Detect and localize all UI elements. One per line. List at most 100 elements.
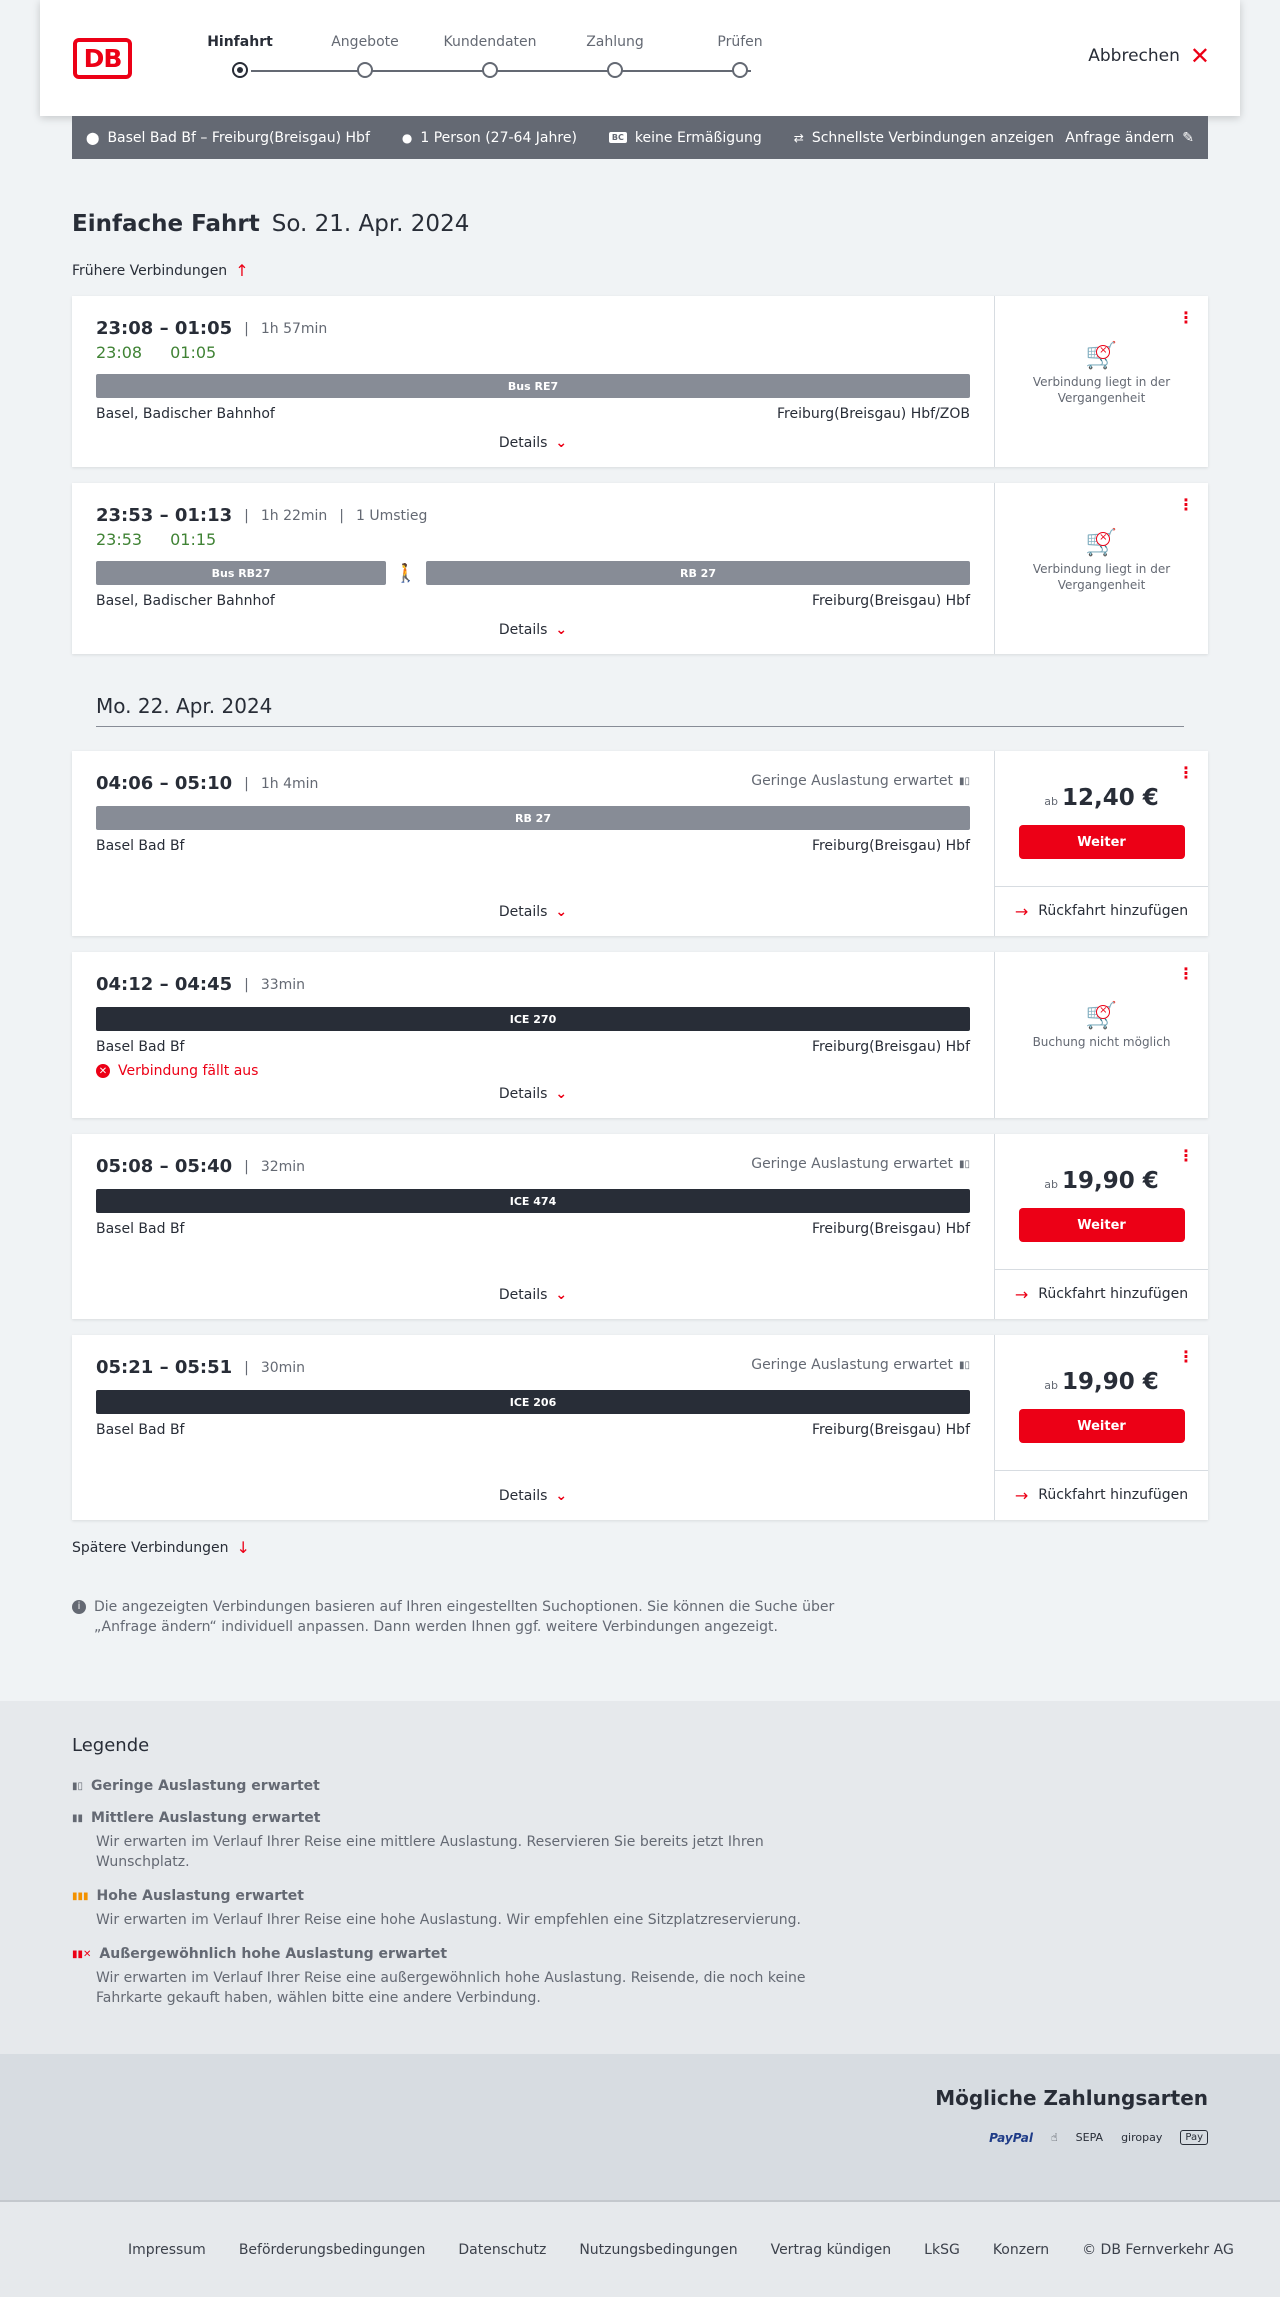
add-return-trip-button[interactable]: → Rückfahrt hinzufügen: [995, 1471, 1208, 1519]
giropay-icon: giropay: [1121, 2131, 1163, 2144]
occupancy-low-icon: ▮▯: [958, 1158, 970, 1170]
more-options-icon[interactable]: ⋮: [1178, 1347, 1194, 1366]
step-pruefen: Prüfen: [680, 34, 800, 78]
footer-link-befoerderungsbedingungen[interactable]: Beförderungsbedingungen: [239, 2242, 426, 2258]
cart-unavailable-icon: 🛒: [1085, 530, 1117, 556]
add-return-label: Rückfahrt hinzufügen: [1038, 903, 1189, 919]
change-request-label: Anfrage ändern: [1065, 129, 1175, 146]
header: DB Hinfahrt Angebote Kundendaten Zahlung…: [40, 0, 1240, 116]
footer-link-konzern[interactable]: Konzern: [993, 2242, 1049, 2258]
earlier-connections-link[interactable]: Frühere Verbindungen ↑: [72, 261, 1208, 280]
booking-panel: ⋮ ab 19,90 € Weiter → Rückfahrt hinzufüge…: [994, 1134, 1208, 1319]
step-label: Prüfen: [717, 34, 763, 50]
add-return-trip-button[interactable]: → Rückfahrt hinzufügen: [995, 1270, 1208, 1318]
connection-card[interactable]: 05:08 – 05:40 | 32min Geringe Auslastung…: [72, 1134, 1208, 1319]
cancel-button[interactable]: Abbrechen ✕: [1088, 44, 1210, 68]
duration: 1h 57min: [260, 320, 328, 337]
booking-not-possible-text: Buchung nicht möglich: [1032, 1035, 1171, 1049]
details-toggle[interactable]: Details ⌄: [72, 1488, 994, 1504]
details-toggle[interactable]: Details ⌄: [72, 1086, 994, 1102]
continue-button[interactable]: Weiter: [1018, 1208, 1185, 1242]
step-kundendaten: Kundendaten: [430, 34, 550, 78]
destination-station: Freiburg(Breisgau) Hbf: [811, 1422, 970, 1438]
more-options-icon[interactable]: ⋮: [1178, 763, 1194, 782]
legend-item-description: Wir erwarten im Verlauf Ihrer Reise eine…: [96, 1834, 764, 1870]
more-options-icon[interactable]: ⋮: [1178, 308, 1194, 327]
add-return-label: Rückfahrt hinzufügen: [1038, 1487, 1189, 1503]
destination-station: Freiburg(Breisgau) Hbf/ZOB: [777, 406, 970, 422]
add-return-label: Rückfahrt hinzufügen: [1038, 1286, 1189, 1302]
segment-bar: Bus RB27 🚶 RB 27: [96, 561, 970, 585]
details-toggle[interactable]: Details ⌄: [72, 435, 994, 451]
info-note: i Die angezeigten Verbindungen basieren …: [72, 1597, 852, 1637]
duration: 33min: [260, 976, 306, 993]
connection-card[interactable]: 23:53 – 01:13 | 1h 22min | 1 Umstieg 23:…: [72, 483, 1208, 654]
more-options-icon[interactable]: ⋮: [1178, 1146, 1194, 1165]
connection-card[interactable]: 04:06 – 05:10 | 1h 4min Geringe Auslastu…: [72, 751, 1208, 936]
occupancy-indicator: Geringe Auslastung erwartet ▮▯: [751, 1357, 970, 1373]
details-toggle[interactable]: Details ⌄: [72, 904, 994, 920]
realtime-arrival: 01:15: [170, 530, 217, 549]
more-options-icon[interactable]: ⋮: [1178, 964, 1194, 983]
footer: Impressum Beförderungsbedingungen Datens…: [0, 2200, 1280, 2297]
details-toggle[interactable]: Details ⌄: [72, 622, 994, 638]
footer-link-nutzungsbedingungen[interactable]: Nutzungsbedingungen: [579, 2242, 737, 2258]
segment-ice474: ICE 474: [96, 1189, 970, 1213]
trip-heading: Einfache Fahrt So. 21. Apr. 2024: [72, 211, 1208, 237]
payment-icons: PayPal ☝ SEPA giropay Pay: [989, 2130, 1208, 2145]
segment-rb27: RB 27: [96, 806, 970, 830]
occupancy-text: Geringe Auslastung erwartet: [751, 1357, 953, 1373]
apple-pay-label: Pay: [1185, 2132, 1203, 2143]
origin-station: Basel, Badischer Bahnhof: [96, 406, 275, 422]
step-label: Kundendaten: [443, 34, 537, 50]
realtime-departure: 23:08: [96, 343, 143, 362]
legend-item-description: Wir erwarten im Verlauf Ihrer Reise eine…: [96, 1912, 801, 1928]
route-text: Basel Bad Bf – Freiburg(Breisgau) Hbf: [107, 129, 370, 146]
stations: Basel Bad Bf Freiburg(Breisgau) Hbf: [96, 838, 970, 854]
price-value: 19,90 €: [1061, 1369, 1159, 1395]
connection-info: 05:08 – 05:40 | 32min Geringe Auslastung…: [72, 1134, 994, 1319]
occupancy-indicator: Geringe Auslastung erwartet ▮▯: [751, 1156, 970, 1172]
footer-link-impressum[interactable]: Impressum: [128, 2242, 206, 2258]
step-dot: [607, 62, 623, 78]
chevron-down-icon: ⌄: [555, 904, 568, 920]
later-connections-link[interactable]: Spätere Verbindungen ↓: [72, 1538, 1208, 1557]
details-toggle[interactable]: Details ⌄: [72, 1287, 994, 1303]
connection-info: 05:21 – 05:51 | 30min Geringe Auslastung…: [72, 1335, 994, 1520]
add-return-trip-button[interactable]: → Rückfahrt hinzufügen: [995, 887, 1208, 935]
step-label: Hinfahrt: [207, 34, 273, 50]
chevron-down-icon: ⌄: [555, 622, 568, 638]
connection-info: 23:08 – 01:05 | 1h 57min 23:08 01:05 Bus…: [72, 296, 994, 467]
segment-bus-rb27: Bus RB27: [96, 561, 386, 585]
payment-title: Mögliche Zahlungsarten: [935, 2086, 1208, 2110]
connection-card[interactable]: 23:08 – 01:05 | 1h 57min 23:08 01:05 Bus…: [72, 296, 1208, 467]
continue-button[interactable]: Weiter: [1018, 1409, 1185, 1443]
more-options-icon[interactable]: ⋮: [1178, 495, 1194, 514]
footer-link-vertrag-kuendigen[interactable]: Vertrag kündigen: [771, 2242, 892, 2258]
connection-times: 23:53 – 01:13 | 1h 22min | 1 Umstieg: [96, 505, 970, 526]
step-dot: [357, 62, 373, 78]
continue-button[interactable]: Weiter: [1018, 825, 1185, 859]
departure-arrival: 05:08 – 05:40: [96, 1156, 233, 1177]
step-dot: [482, 62, 498, 78]
departure-arrival: 23:53 – 01:13: [96, 505, 233, 526]
location-pin-icon: ⬤: [86, 130, 100, 145]
change-request-button[interactable]: Anfrage ändern ✎: [1065, 130, 1194, 146]
connection-card[interactable]: 04:12 – 04:45 | 33min ICE 270 Basel Bad …: [72, 952, 1208, 1118]
departure-arrival: 23:08 – 01:05: [96, 318, 233, 339]
footer-link-datenschutz[interactable]: Datenschutz: [458, 2242, 546, 2258]
occupancy-medium-icon: ▮▮: [72, 1812, 84, 1824]
db-logo[interactable]: DB: [73, 38, 132, 79]
destination-station: Freiburg(Breisgau) Hbf: [811, 1221, 970, 1237]
footer-link-lksg[interactable]: LkSG: [924, 2242, 960, 2258]
booking-panel: ⋮ 🛒 Verbindung liegt in der Vergangenhei…: [994, 483, 1208, 654]
price-box: ab 12,40 € Weiter: [995, 751, 1208, 887]
origin-station: Basel Bad Bf: [96, 838, 185, 854]
connection-card[interactable]: 05:21 – 05:51 | 30min Geringe Auslastung…: [72, 1335, 1208, 1520]
departure-arrival: 05:21 – 05:51: [96, 1357, 233, 1378]
fastest-connections-toggle[interactable]: ⇄ Schnellste Verbindungen anzeigen: [794, 130, 1054, 146]
separator: |: [244, 507, 249, 524]
destination-station: Freiburg(Breisgau) Hbf: [811, 593, 970, 609]
legend-title: Legende: [72, 1735, 150, 1756]
price: ab 12,40 €: [995, 785, 1208, 811]
